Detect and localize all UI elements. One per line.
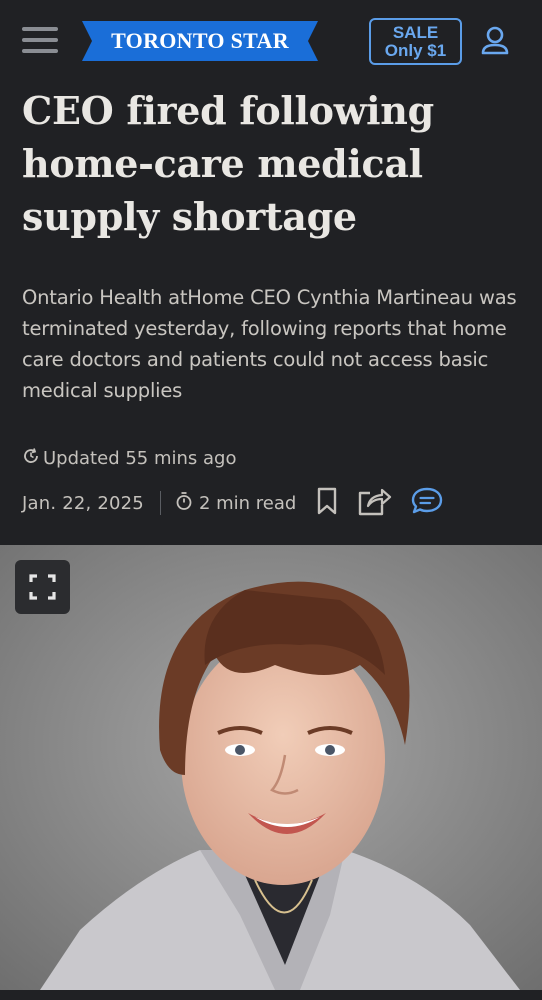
sale-subscribe-button[interactable]: SALE Only $1 [369, 18, 462, 65]
article-meta-bar: Jan. 22, 2025 2 min read [22, 486, 522, 520]
article-page: TORONTO STAR SALE Only $1 CEO fired foll… [0, 0, 542, 1000]
stopwatch-icon [175, 491, 193, 515]
comment-icon[interactable] [410, 486, 444, 520]
expand-icon[interactable] [15, 560, 70, 614]
sale-label: SALE [392, 23, 439, 42]
article-photo[interactable] [0, 545, 542, 990]
updated-timestamp: Updated 55 mins ago [22, 445, 236, 471]
meta-divider [159, 491, 161, 515]
logo-text: TORONTO STAR [111, 28, 289, 53]
sale-price-label: Only $1 [384, 41, 447, 60]
publish-date: Jan. 22, 2025 [22, 492, 144, 514]
bookmark-icon[interactable] [316, 487, 338, 519]
toronto-star-logo[interactable]: TORONTO STAR [82, 21, 318, 61]
read-time-text: 2 min read [198, 492, 297, 514]
top-header: TORONTO STAR SALE Only $1 [0, 0, 542, 80]
hamburger-menu-icon[interactable] [22, 27, 60, 55]
refresh-clock-icon [22, 447, 40, 469]
user-icon[interactable] [480, 25, 510, 57]
updated-text: Updated 55 mins ago [43, 447, 237, 469]
article-summary: Ontario Health atHome CEO Cynthia Martin… [22, 286, 517, 402]
share-icon[interactable] [356, 485, 392, 521]
portrait-image [0, 545, 542, 990]
article-headline: CEO fired following home-care medical su… [22, 88, 434, 239]
read-time: 2 min read [175, 491, 296, 515]
bottom-strip [0, 990, 542, 1000]
